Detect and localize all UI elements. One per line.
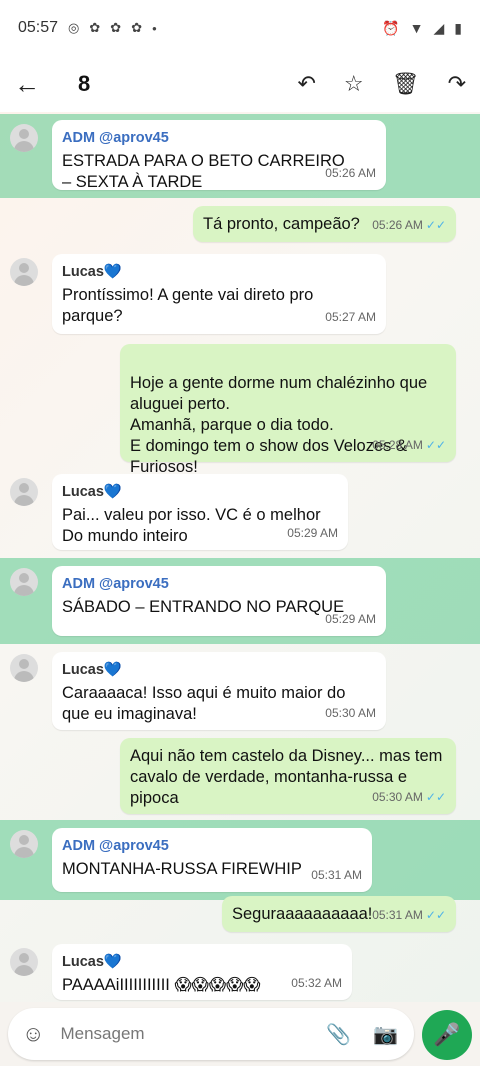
avatar[interactable]	[10, 830, 38, 858]
message-bubble[interactable]: Hoje a gente dorme num chalézinho que al…	[120, 344, 456, 476]
message-sender: Lucas💙	[62, 954, 122, 970]
message-text: Seguraaaaaaaaaa!	[232, 905, 373, 923]
message-sender: Lucas💙	[62, 264, 122, 280]
message-time: 05:30 AM	[372, 790, 423, 804]
message-row[interactable]: Aqui não tem castelo da Disney... mas te…	[0, 738, 480, 816]
message-bubble[interactable]: Tá pronto, campeão? 05:26 AM ✓✓	[193, 206, 456, 242]
status-time: 05:57	[18, 19, 59, 36]
message-text: Tá pronto, campeão?	[203, 215, 360, 233]
double-check-icon: ✓✓	[425, 908, 446, 922]
message-row[interactable]: ADM @aprov45 SÁBADO – ENTRANDO NO PARQUE…	[0, 558, 480, 644]
message-sender: ADM @aprov45	[62, 838, 169, 854]
message-row[interactable]: Seguraaaaaaaaaa! 05:31 AM ✓✓	[0, 896, 480, 936]
message-text: Prontíssimo! A gente vai direto pro parq…	[62, 286, 314, 325]
message-row[interactable]: Lucas💙 Caraaaaca! Isso aqui é muito maio…	[0, 648, 480, 732]
message-time: 05:32 AM	[291, 976, 342, 990]
message-text: PAAAAiIIIIIIIIIII 😱😱😱😱😱	[62, 976, 261, 994]
message-row[interactable]: Lucas💙 Prontíssimo! A gente vai direto p…	[0, 252, 480, 336]
message-sender: ADM @aprov45	[62, 576, 169, 592]
forward-icon[interactable]: ↷	[448, 71, 466, 97]
status-bar: 05:57 ◎ ✿ ✿ ✿ • ⏰ ▼ ◢ ▮	[0, 0, 480, 56]
whatsapp-icon: ◎	[68, 20, 80, 35]
selection-toolbar: ← 8 ↶ ☆ 🗑 ↷	[0, 56, 480, 112]
message-text: Caraaaaca! Isso aqui é muito maior do qu…	[62, 684, 346, 723]
avatar[interactable]	[10, 258, 38, 286]
avatar[interactable]	[10, 478, 38, 506]
double-check-icon: ✓✓	[425, 790, 446, 804]
message-time: 05:26 AM	[325, 166, 376, 180]
mic-button[interactable]: 🎤	[422, 1010, 472, 1060]
message-text: MONTANHA-RUSSA FIREWHIP	[62, 860, 302, 878]
message-bubble[interactable]: Aqui não tem castelo da Disney... mas te…	[120, 738, 456, 814]
message-sender: Lucas💙	[62, 484, 122, 500]
message-bubble[interactable]: ADM @aprov45 MONTANHA-RUSSA FIREWHIP 05:…	[52, 828, 372, 892]
paperclip-icon[interactable]: 📎	[326, 1022, 351, 1047]
message-row[interactable]: ADM @aprov45 MONTANHA-RUSSA FIREWHIP 05:…	[0, 820, 480, 900]
selected-count: 8	[78, 71, 91, 96]
message-time: 05:30 AM	[325, 706, 376, 720]
avatar[interactable]	[10, 654, 38, 682]
message-placeholder[interactable]: Mensagem	[60, 1024, 144, 1044]
delete-icon[interactable]: 🗑	[392, 71, 420, 97]
message-text: Hoje a gente dorme num chalézinho que al…	[130, 374, 428, 476]
message-time: 05:29 AM	[287, 526, 338, 540]
message-row[interactable]: Hoje a gente dorme num chalézinho que al…	[0, 344, 480, 476]
message-time: 05:28 AM	[372, 438, 423, 452]
signal-icon: ◢	[433, 19, 445, 36]
dot-icon: •	[152, 20, 157, 36]
notification-icon: ✿	[89, 20, 101, 35]
message-bubble[interactable]: Lucas💙 PAAAAiIIIIIIIIIII 😱😱😱😱😱 05:32 AM	[52, 944, 352, 1000]
battery-icon: ▮	[454, 19, 462, 36]
mic-icon: 🎤	[433, 1022, 461, 1047]
chat-area[interactable]: ADM @aprov45 ESTRADA PARA O BETO CARREIR…	[0, 112, 480, 1002]
message-bubble[interactable]: Lucas💙 Pai... valeu por isso. VC é o mel…	[52, 474, 348, 550]
back-arrow-icon[interactable]: ←	[14, 69, 54, 100]
avatar[interactable]	[10, 948, 38, 976]
message-sender: ADM @aprov45	[62, 130, 169, 146]
star-icon[interactable]: ☆	[344, 71, 364, 97]
message-time: 05:31 AM	[311, 868, 362, 882]
avatar[interactable]	[10, 568, 38, 596]
avatar[interactable]	[10, 124, 38, 152]
message-time: 05:29 AM	[325, 612, 376, 626]
message-bubble[interactable]: ADM @aprov45 SÁBADO – ENTRANDO NO PARQUE…	[52, 566, 386, 636]
double-check-icon: ✓✓	[425, 438, 446, 452]
notification-icon: ✿	[110, 20, 122, 35]
camera-icon[interactable]: 📷	[373, 1022, 398, 1047]
message-sender: Lucas💙	[62, 662, 122, 678]
message-bubble[interactable]: Lucas💙 Caraaaaca! Isso aqui é muito maio…	[52, 652, 386, 730]
double-check-icon: ✓✓	[425, 218, 446, 232]
message-bubble[interactable]: ADM @aprov45 ESTRADA PARA O BETO CARREIR…	[52, 120, 386, 191]
message-time: 05:27 AM	[325, 310, 376, 324]
message-input[interactable]: ☺ Mensagem 📎 📷	[8, 1008, 414, 1060]
message-time: 05:31 AM	[372, 908, 423, 922]
reply-icon[interactable]: ↶	[297, 71, 315, 97]
message-time: 05:26 AM	[372, 218, 423, 232]
alarm-icon: ⏰	[382, 19, 400, 36]
message-row[interactable]: ADM @aprov45 ESTRADA PARA O BETO CARREIR…	[0, 114, 480, 198]
message-bubble[interactable]: Lucas💙 Prontíssimo! A gente vai direto p…	[52, 254, 386, 334]
message-composer: ☺ Mensagem 📎 📷 🎤	[0, 1002, 480, 1066]
message-row[interactable]: Lucas💙 PAAAAiIIIIIIIIIII 😱😱😱😱😱 05:32 AM	[0, 942, 480, 1002]
message-row[interactable]: Tá pronto, campeão? 05:26 AM ✓✓	[0, 206, 480, 246]
emoji-icon[interactable]: ☺	[22, 1021, 44, 1047]
message-text: ESTRADA PARA O BETO CARREIRO – SEXTA À T…	[62, 152, 345, 191]
notification-icon: ✿	[131, 20, 143, 35]
message-row[interactable]: Lucas💙 Pai... valeu por isso. VC é o mel…	[0, 472, 480, 554]
wifi-icon: ▼	[409, 20, 424, 36]
message-bubble[interactable]: Seguraaaaaaaaaa! 05:31 AM ✓✓	[222, 896, 456, 932]
